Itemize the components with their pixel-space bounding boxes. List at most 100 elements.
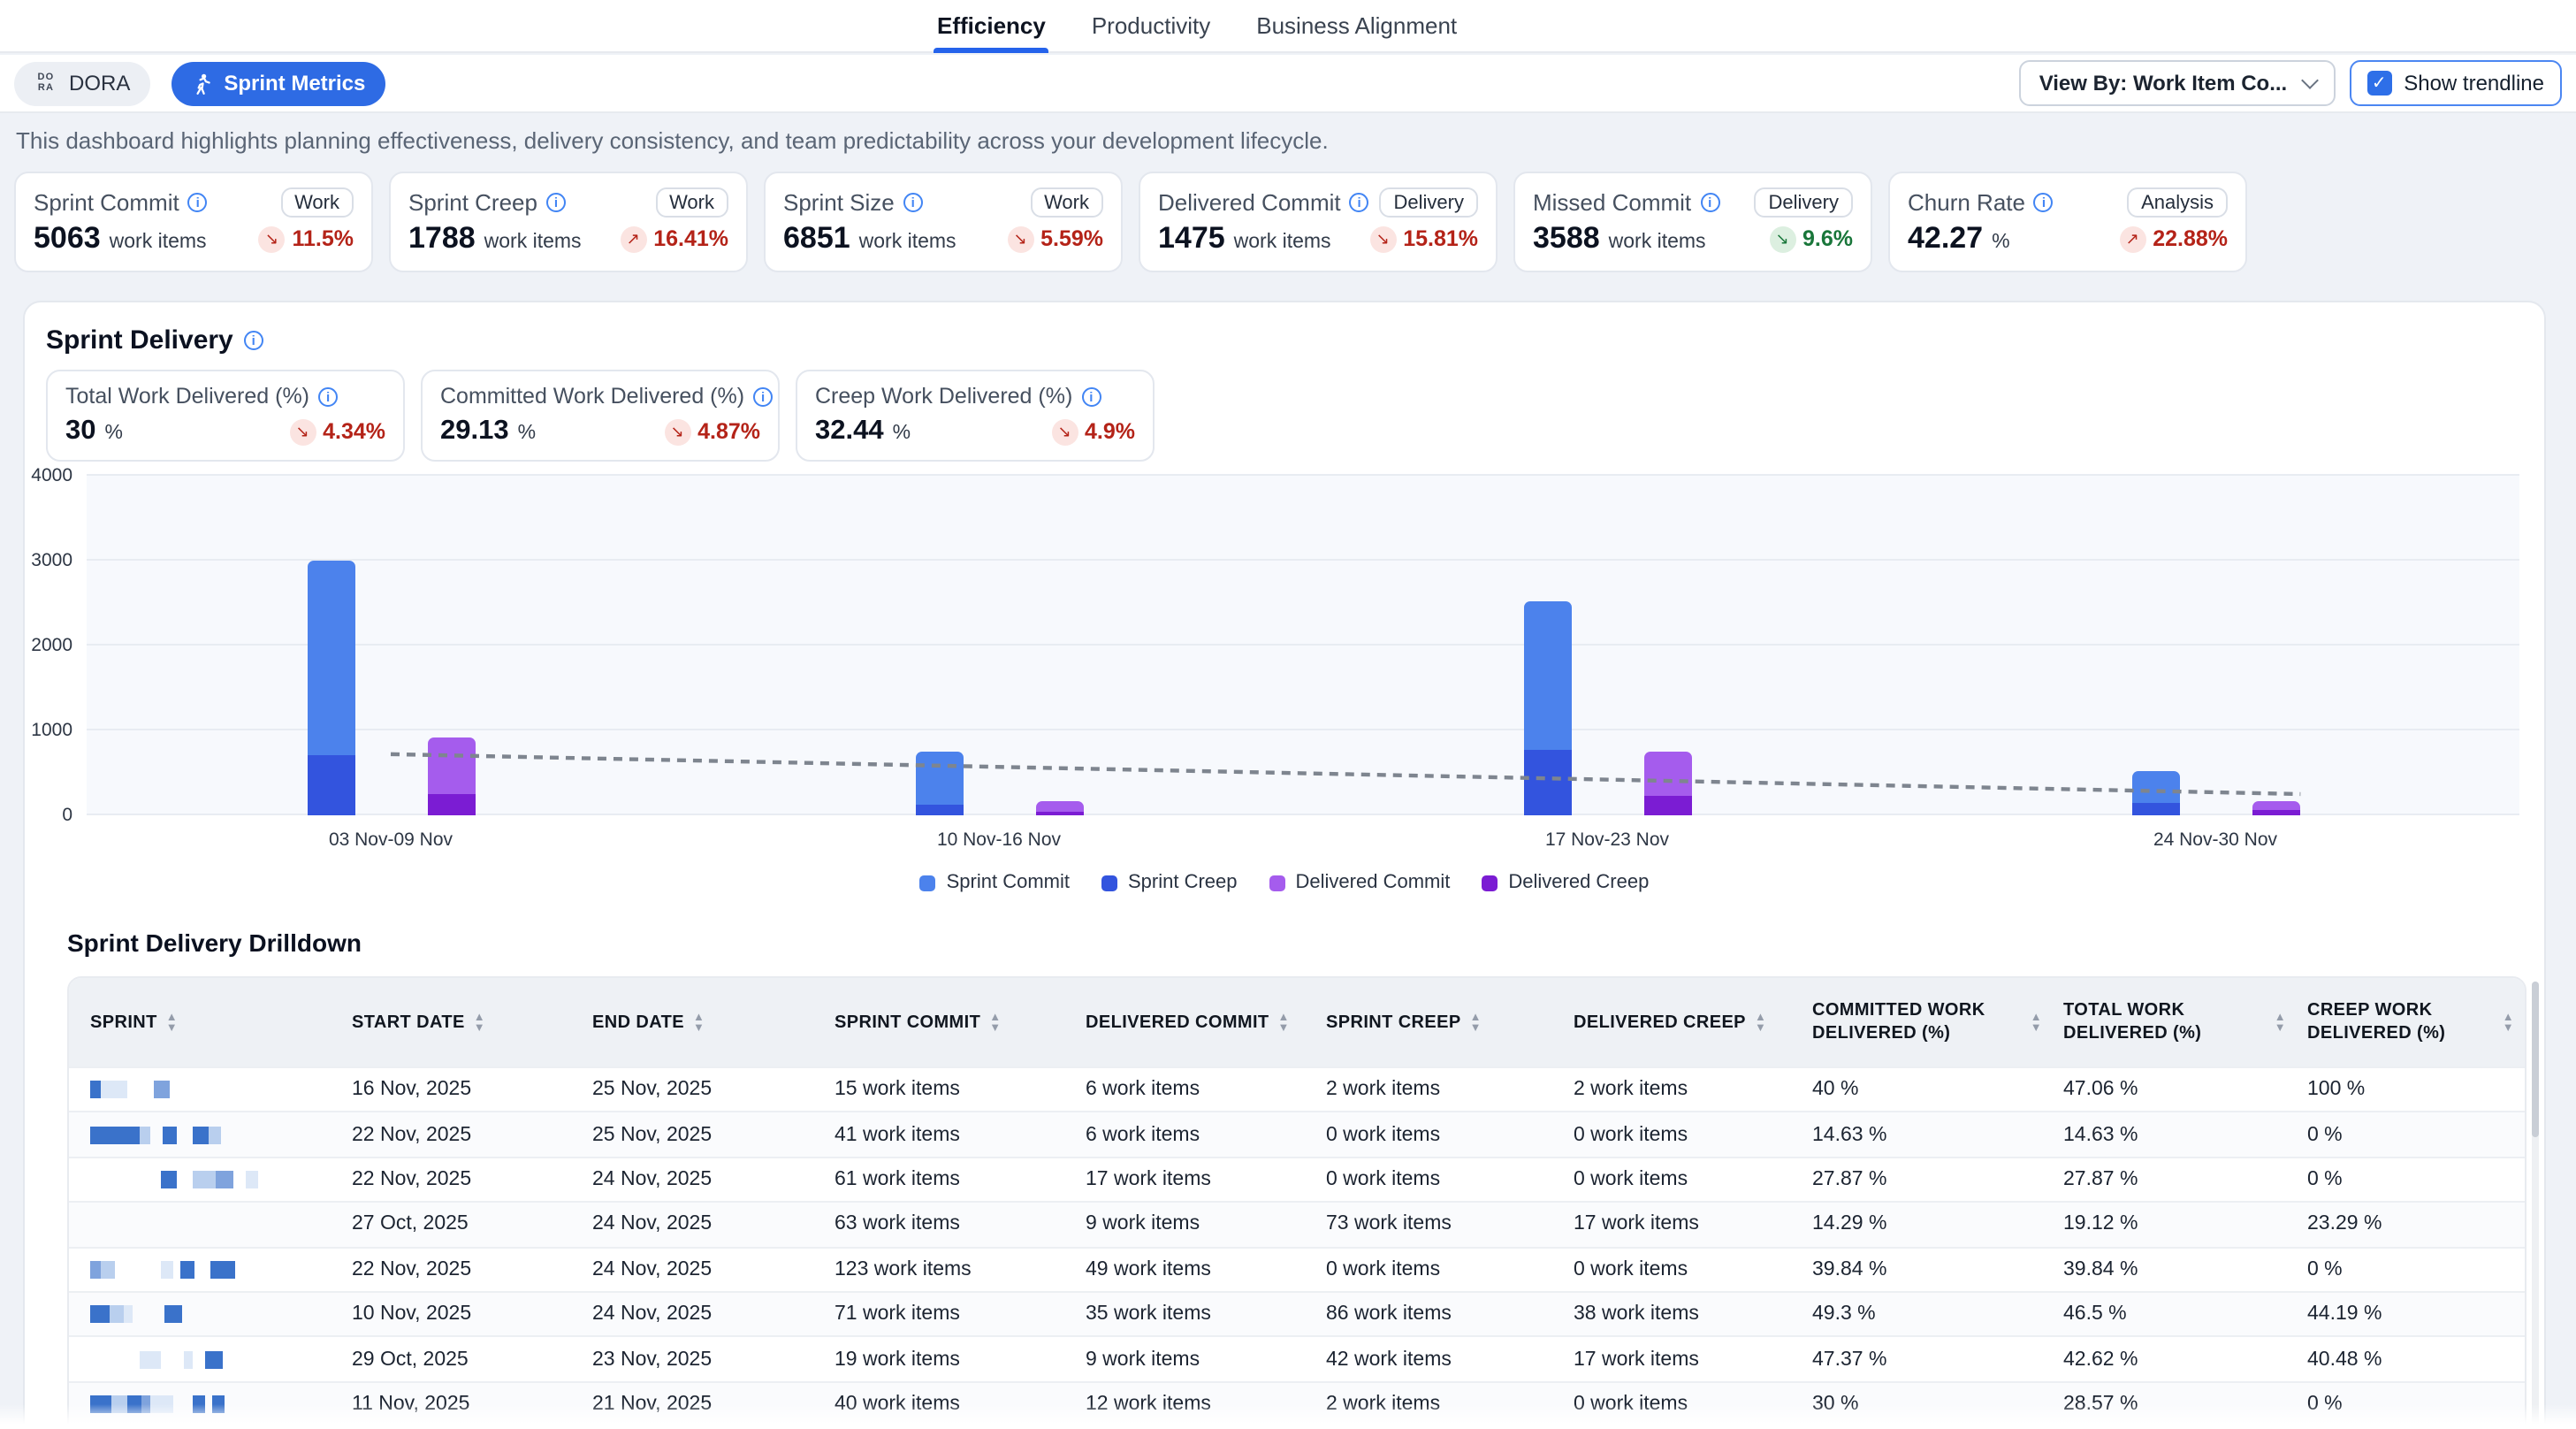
trend-down-arrow-icon: ↘ bbox=[1369, 225, 1396, 252]
trend-indicator: ↗22.88% bbox=[2119, 225, 2228, 252]
legend-item-delivered-creep[interactable]: Delivered Creep bbox=[1482, 872, 1649, 893]
column-header-delivered-creep[interactable]: DELIVERED CREEP▲▼ bbox=[1563, 1000, 1802, 1044]
sort-icon[interactable]: ▲▼ bbox=[1755, 1013, 1766, 1032]
table-row[interactable]: 22 Nov, 202524 Nov, 202561 work items17 … bbox=[69, 1157, 2525, 1202]
table-row[interactable]: 29 Oct, 202523 Nov, 202519 work items9 w… bbox=[69, 1336, 2525, 1381]
legend-item-delivered-commit[interactable]: Delivered Commit bbox=[1269, 872, 1451, 893]
column-header-sprint[interactable]: SPRINT▲▼ bbox=[80, 1000, 341, 1044]
info-icon[interactable]: i bbox=[244, 331, 263, 350]
cell-sprint bbox=[80, 1350, 341, 1368]
sort-icon[interactable]: ▲▼ bbox=[2031, 1013, 2042, 1032]
info-icon[interactable]: i bbox=[903, 193, 923, 212]
view-by-label: View By: Work Item Co... bbox=[2039, 71, 2288, 96]
kpi-card-missed-commit: Missed CommitiDelivery3588work items↘9.6… bbox=[1513, 172, 1872, 272]
sort-icon[interactable]: ▲▼ bbox=[989, 1013, 1001, 1032]
y-axis-tick-label: 2000 bbox=[31, 635, 72, 656]
cell-sprint bbox=[80, 1305, 341, 1323]
trend-down-arrow-icon: ↘ bbox=[1769, 225, 1795, 252]
cell: 14.63 % bbox=[1802, 1124, 2053, 1145]
sort-icon[interactable]: ▲▼ bbox=[2503, 1013, 2514, 1032]
view-by-select[interactable]: View By: Work Item Co... bbox=[2020, 60, 2336, 106]
sort-icon[interactable]: ▲▼ bbox=[693, 1013, 705, 1032]
trend-percent: 22.88% bbox=[2153, 226, 2228, 251]
info-icon[interactable]: i bbox=[753, 386, 773, 406]
trend-indicator: ↘5.59% bbox=[1007, 225, 1103, 252]
table-row[interactable]: 22 Nov, 202524 Nov, 2025123 work items49… bbox=[69, 1246, 2525, 1291]
sort-icon[interactable]: ▲▼ bbox=[474, 1013, 485, 1032]
column-header-label: START DATE bbox=[352, 1011, 465, 1034]
tab-group: Efficiency Productivity Business Alignment bbox=[937, 0, 1457, 51]
cell: 16 Nov, 2025 bbox=[341, 1079, 582, 1100]
info-icon[interactable]: i bbox=[1081, 386, 1101, 406]
cell: 22 Nov, 2025 bbox=[341, 1124, 582, 1145]
kpi-title: Delivered Commit bbox=[1158, 189, 1341, 216]
tab-business-alignment[interactable]: Business Alignment bbox=[1256, 0, 1457, 51]
info-icon[interactable]: i bbox=[1350, 193, 1369, 212]
column-header-sprint-commit[interactable]: SPRINT COMMIT▲▼ bbox=[824, 1000, 1075, 1044]
kpi-category-badge: Work bbox=[1030, 187, 1103, 218]
kpi-unit: work items bbox=[1234, 232, 1331, 253]
column-header-committed-work-delivered-[interactable]: COMMITTED WORK DELIVERED (%)▲▼ bbox=[1802, 989, 2053, 1056]
cell: 11 Nov, 2025 bbox=[341, 1394, 582, 1415]
table-row[interactable]: 22 Nov, 202525 Nov, 202541 work items6 w… bbox=[69, 1112, 2525, 1157]
column-header-end-date[interactable]: END DATE▲▼ bbox=[582, 1000, 824, 1044]
sort-icon[interactable]: ▲▼ bbox=[1470, 1013, 1482, 1032]
kpi-category-badge: Work bbox=[655, 187, 728, 218]
table-row[interactable]: 10 Nov, 202524 Nov, 202571 work items35 … bbox=[69, 1291, 2525, 1336]
sprint-metrics-button[interactable]: Sprint Metrics bbox=[171, 61, 385, 105]
cell: 40 work items bbox=[824, 1394, 1075, 1415]
chevron-down-icon bbox=[2300, 72, 2318, 89]
trend-indicator: ↘4.34% bbox=[289, 418, 385, 445]
sprint-delivery-title: Sprint Delivery bbox=[46, 325, 233, 355]
kpi-category-badge: Work bbox=[280, 187, 354, 218]
sort-icon[interactable]: ▲▼ bbox=[166, 1013, 178, 1032]
cell-sprint bbox=[80, 1395, 341, 1413]
table-scrollbar[interactable] bbox=[2532, 982, 2539, 1429]
cell-sprint bbox=[80, 1081, 341, 1098]
kpi-unit: work items bbox=[1609, 232, 1706, 253]
table-row[interactable]: 11 Nov, 202521 Nov, 202540 work items12 … bbox=[69, 1380, 2525, 1425]
sprint-redacted-blocks bbox=[90, 1350, 331, 1368]
info-icon[interactable]: i bbox=[1700, 193, 1719, 212]
table-row[interactable]: 16 Nov, 202525 Nov, 202515 work items6 w… bbox=[69, 1066, 2525, 1112]
sprint-delivery-header: Sprint Delivery i bbox=[46, 325, 263, 355]
info-icon[interactable]: i bbox=[318, 386, 338, 406]
column-header-delivered-commit[interactable]: DELIVERED COMMIT▲▼ bbox=[1075, 1000, 1315, 1044]
tab-efficiency[interactable]: Efficiency bbox=[937, 0, 1046, 51]
tab-productivity[interactable]: Productivity bbox=[1092, 0, 1210, 51]
trend-percent: 5.59% bbox=[1040, 226, 1103, 251]
x-axis-label: 10 Nov-16 Nov bbox=[695, 829, 1303, 851]
cell-sprint bbox=[80, 1171, 341, 1188]
dora-button[interactable]: DORA DORA bbox=[14, 61, 149, 105]
show-trendline-toggle[interactable]: ✓ Show trendline bbox=[2349, 60, 2562, 106]
cell: 24 Nov, 2025 bbox=[582, 1214, 824, 1235]
cell: 27 Oct, 2025 bbox=[341, 1214, 582, 1235]
cell: 123 work items bbox=[824, 1259, 1075, 1280]
sort-icon[interactable]: ▲▼ bbox=[1278, 1013, 1290, 1032]
sprint-redacted-blocks bbox=[90, 1395, 331, 1413]
kpi-title: Sprint Creep bbox=[408, 189, 537, 216]
metric-title: Total Work Delivered (%) bbox=[65, 384, 309, 409]
cell: 0 % bbox=[2297, 1259, 2525, 1280]
table-row[interactable]: 27 Oct, 202524 Nov, 202563 work items9 w… bbox=[69, 1201, 2525, 1246]
kpi-card-sprint-size: Sprint SizeiWork6851work items↘5.59% bbox=[764, 172, 1123, 272]
legend-item-sprint-commit[interactable]: Sprint Commit bbox=[920, 872, 1070, 893]
info-icon[interactable]: i bbox=[188, 193, 208, 212]
info-icon[interactable]: i bbox=[546, 193, 566, 212]
toolbar: DORA DORA Sprint Metrics View By: Work I… bbox=[0, 55, 2576, 113]
column-header-creep-work-delivered-[interactable]: CREEP WORK DELIVERED (%)▲▼ bbox=[2297, 989, 2525, 1056]
cell-sprint bbox=[80, 1261, 341, 1279]
column-header-sprint-creep[interactable]: SPRINT CREEP▲▼ bbox=[1315, 1000, 1563, 1044]
kpi-card-churn-rate: Churn RateiAnalysis42.27%↗22.88% bbox=[1888, 172, 2247, 272]
column-header-start-date[interactable]: START DATE ▲▼ bbox=[341, 1000, 582, 1044]
column-header-total-work-delivered-[interactable]: TOTAL WORK DELIVERED (%)▲▼ bbox=[2053, 989, 2297, 1056]
cell: 10 Nov, 2025 bbox=[341, 1303, 582, 1325]
cell: 42.62 % bbox=[2053, 1349, 2297, 1370]
legend-item-sprint-creep[interactable]: Sprint Creep bbox=[1101, 872, 1238, 893]
trendline-checkbox[interactable]: ✓ bbox=[2366, 71, 2391, 96]
cell: 17 work items bbox=[1563, 1214, 1802, 1235]
scrollbar-thumb[interactable] bbox=[2532, 982, 2539, 1137]
sort-icon[interactable]: ▲▼ bbox=[2275, 1013, 2286, 1032]
info-icon[interactable]: i bbox=[2034, 193, 2054, 212]
legend-swatch bbox=[1101, 875, 1117, 890]
